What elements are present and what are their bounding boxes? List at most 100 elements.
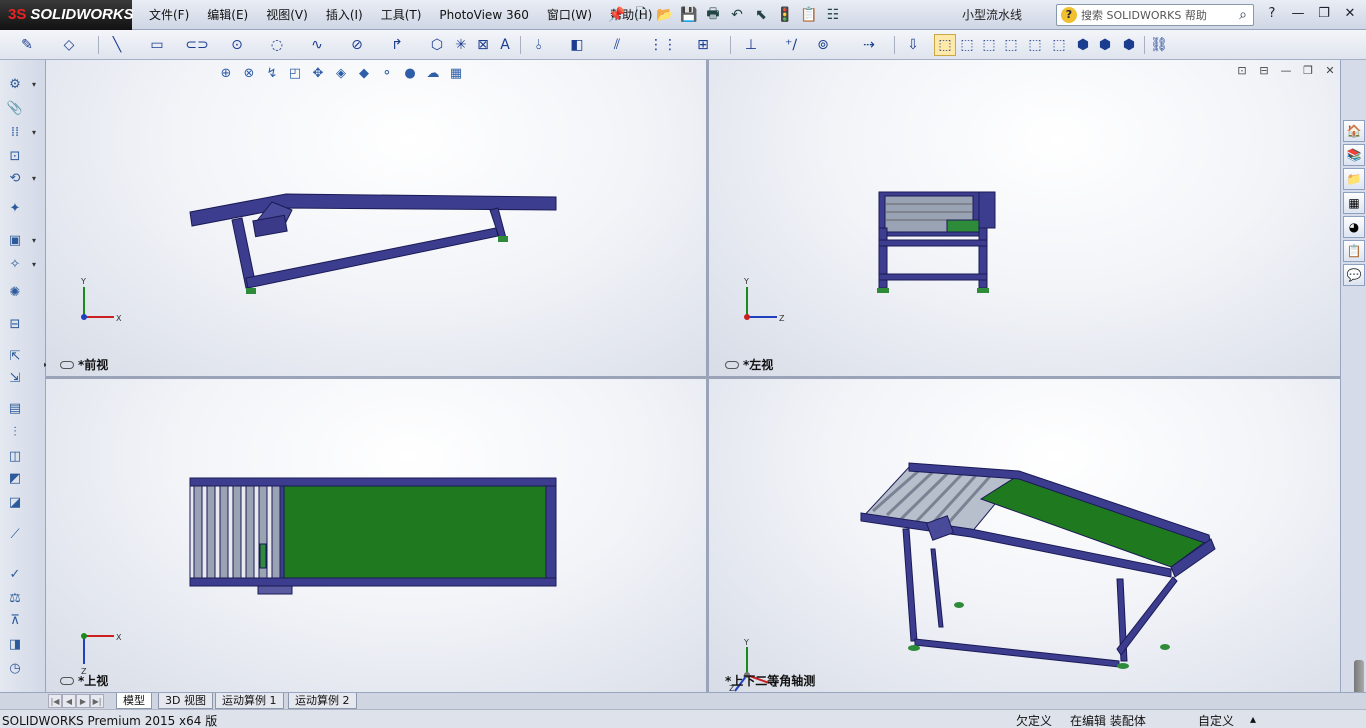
search-icon[interactable]: ⌕ [1233, 7, 1253, 23]
view-cube-right-icon[interactable]: ⬚ [1000, 34, 1022, 56]
rapid-sketch-icon[interactable]: ⇢ [858, 34, 880, 56]
select-arrow-icon[interactable]: ⬉ [750, 4, 772, 26]
linear-pattern-icon[interactable]: ⋮⋮ [649, 34, 677, 56]
viewport-left[interactable]: ⊡ ⊟ — ❐ ✕ Y Z *左视 [709, 60, 1340, 376]
tab-3d-view[interactable]: 3D 视图 [158, 693, 213, 709]
tab-first-icon[interactable]: |◀ [48, 694, 62, 708]
fillet-icon[interactable]: ↱ [386, 34, 408, 56]
view-isometric-icon[interactable]: ⬢ [1072, 34, 1094, 56]
isometric-view-model[interactable]: Y X Z [709, 379, 1340, 692]
status-units[interactable]: 自定义 [1198, 712, 1234, 728]
circle-icon[interactable]: ⊙ [226, 34, 248, 56]
menu-window[interactable]: 窗口(W) [538, 0, 601, 30]
linear-component-pattern-icon[interactable]: ⁞⁞ [4, 122, 26, 142]
sketch-tools-icon[interactable]: ⟋ [4, 524, 26, 544]
convert-entities-icon[interactable]: ◧ [566, 34, 588, 56]
rebuild-traffic-light-icon[interactable]: 🚦 [774, 4, 796, 26]
construction-geometry-icon[interactable]: ⊠ [472, 34, 494, 56]
save-icon[interactable]: 💾 [678, 4, 700, 26]
mate-icon[interactable]: 📎 [4, 98, 26, 118]
design-library-icon[interactable]: 📚 [1343, 144, 1365, 166]
viewport-front[interactable]: ⊕ ⊗ ↯ ◰ ✥ ◈ ◆ ⚬ ● ☁ ▦ Y X *前视 [46, 60, 706, 376]
mass-properties-icon[interactable]: ⚖ [4, 588, 26, 608]
link-views-icon[interactable] [60, 676, 74, 685]
appearances-scenes-icon[interactable]: ◕ [1343, 216, 1365, 238]
close-icon[interactable]: ✕ [1340, 4, 1360, 24]
options-icon[interactable]: ☷ [822, 4, 844, 26]
arc-icon[interactable]: ◌ [266, 34, 288, 56]
view-cube-back-icon[interactable]: ⬚ [956, 34, 978, 56]
quick-snaps-icon[interactable]: ⊚ [812, 34, 834, 56]
spell-check-icon[interactable]: ✓ [4, 564, 26, 584]
tab-last-icon[interactable]: ▶| [90, 694, 104, 708]
spline-icon[interactable]: ∿ [306, 34, 328, 56]
help-menu-icon[interactable]: ? [1262, 4, 1282, 24]
menu-file[interactable]: 文件(F) [140, 0, 198, 30]
explode-line-sketch-icon[interactable]: ⇲ [4, 368, 26, 388]
menu-insert[interactable]: 插入(I) [317, 0, 372, 30]
smart-dimension-icon[interactable]: ◇ [58, 34, 80, 56]
solidworks-resources-icon[interactable]: 🏠 [1343, 120, 1365, 142]
tab-motion-study-1[interactable]: 运动算例 1 [215, 693, 284, 709]
units-dropdown-icon[interactable]: ▴ [1250, 712, 1256, 726]
menu-edit[interactable]: 编辑(E) [198, 0, 257, 30]
polygon-icon[interactable]: ⬡ [426, 34, 448, 56]
new-document-icon[interactable]: 🗋 [630, 4, 652, 26]
show-hidden-components-icon[interactable]: ✦ [4, 198, 26, 218]
chevron-down-icon[interactable]: ▾ [32, 80, 36, 89]
new-motion-study-icon[interactable]: ✺ [4, 282, 26, 302]
line-icon[interactable]: ╲ [106, 34, 128, 56]
text-icon[interactable]: A [494, 34, 516, 56]
section-properties-icon[interactable]: ⊼ [4, 610, 26, 630]
move-entities-icon[interactable]: ⊞ [692, 34, 714, 56]
link-view-icon[interactable]: ⛓ [1148, 34, 1170, 56]
help-search-box[interactable]: ? 搜索 SOLIDWORKS 帮助 ⌕ [1056, 4, 1254, 26]
top-view-model[interactable]: Z X [46, 379, 706, 692]
view-cube-top-icon[interactable]: ⬚ [1024, 34, 1046, 56]
measure-icon[interactable]: ◪ [4, 492, 26, 512]
viewport-top[interactable]: Z X *上视 [46, 379, 706, 692]
offset-icon[interactable]: ⫽ [606, 34, 628, 56]
rectangle-icon[interactable]: ▭ [146, 34, 168, 56]
normal-to-icon[interactable]: ⇩ [902, 34, 924, 56]
performance-evaluation-icon[interactable]: ◷ [4, 658, 26, 678]
chevron-down-icon[interactable]: ▾ [32, 128, 36, 137]
instant3d-icon[interactable]: ▤ [4, 398, 26, 418]
bill-of-materials-icon[interactable]: ⊟ [4, 314, 26, 334]
view-dimetric-icon[interactable]: ⬢ [1118, 34, 1140, 56]
sketch-icon[interactable]: ✎ [16, 34, 38, 56]
menu-photoview[interactable]: PhotoView 360 [430, 0, 537, 30]
smart-fasteners-icon[interactable]: ⊡ [4, 146, 26, 166]
tab-model[interactable]: 模型 [116, 693, 152, 709]
view-cube-front-icon[interactable]: ⬚ [934, 34, 956, 56]
exploded-view-icon[interactable]: ⇱ [4, 346, 26, 366]
pin-icon[interactable]: 📌 [606, 4, 628, 26]
trim-icon[interactable]: ⫰ [528, 34, 550, 56]
clearance-verification-icon[interactable]: ◫ [4, 446, 26, 466]
link-views-icon[interactable] [60, 360, 74, 369]
chevron-down-icon[interactable]: ▾ [32, 174, 36, 183]
solidworks-forum-icon[interactable]: 💬 [1343, 264, 1365, 286]
check-icon[interactable]: ◨ [4, 634, 26, 654]
app-logo[interactable]: 3S SOLIDWORKS [0, 0, 134, 30]
assembly-features-icon[interactable]: ▣ [4, 230, 26, 250]
link-views-icon[interactable] [725, 360, 739, 369]
view-cube-bottom-icon[interactable]: ⬚ [1048, 34, 1070, 56]
slot-icon[interactable]: ⊂⊃ [185, 34, 208, 56]
menu-tools[interactable]: 工具(T) [372, 0, 431, 30]
task-pane-scrollbar[interactable] [1354, 660, 1364, 696]
file-explorer-icon[interactable]: 📁 [1343, 168, 1365, 190]
open-folder-icon[interactable]: 📂 [654, 4, 676, 26]
tab-motion-study-2[interactable]: 运动算例 2 [288, 693, 357, 709]
menu-view[interactable]: 视图(V) [257, 0, 317, 30]
view-palette-icon[interactable]: ▦ [1343, 192, 1365, 214]
viewport-isometric[interactable]: Y X Z *上下二等角轴测 [709, 379, 1340, 692]
hole-alignment-icon[interactable]: ◩ [4, 468, 26, 488]
chevron-down-icon[interactable]: ▾ [32, 236, 36, 245]
graphics-area[interactable]: ⊕ ⊗ ↯ ◰ ✥ ◈ ◆ ⚬ ● ☁ ▦ Y X *前视 ⊡ ⊟ — ❐ ✕ … [46, 60, 1340, 692]
minimize-icon[interactable]: — [1288, 4, 1308, 24]
view-trimetric-icon[interactable]: ⬢ [1094, 34, 1116, 56]
chevron-down-icon[interactable]: ▾ [32, 260, 36, 269]
file-properties-icon[interactable]: 📋 [798, 4, 820, 26]
undo-icon[interactable]: ↶ [726, 4, 748, 26]
